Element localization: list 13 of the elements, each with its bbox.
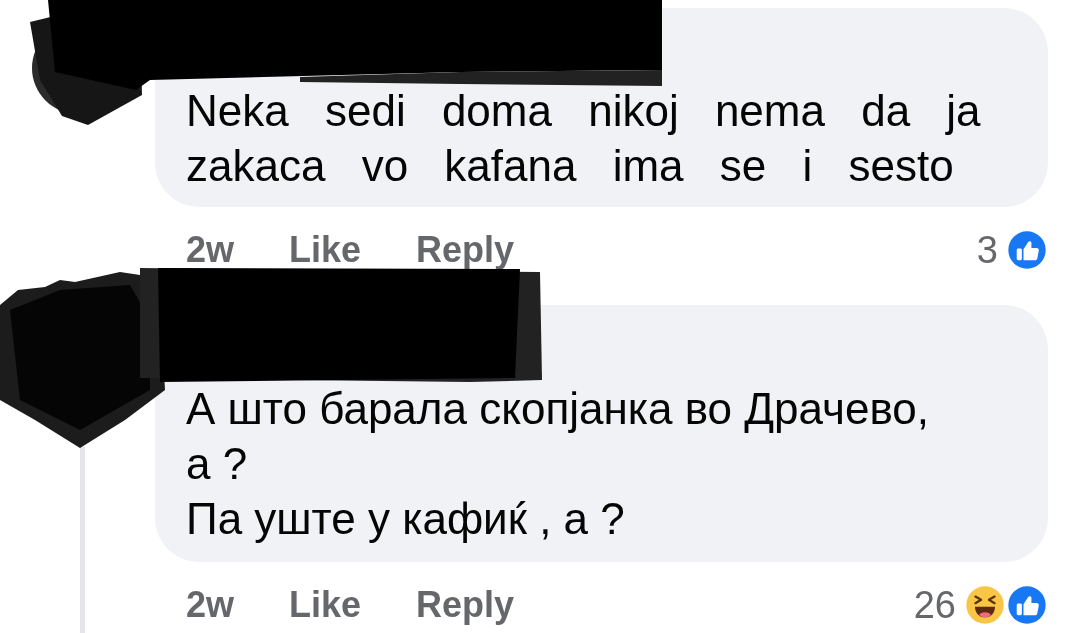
timestamp: 2w <box>186 232 235 268</box>
reply-button[interactable]: Reply <box>416 587 515 623</box>
thumbs-up-icon <box>1006 229 1048 271</box>
reaction-count: 3 <box>976 228 998 272</box>
laughing-face-icon <box>964 584 1006 626</box>
like-button[interactable]: Like <box>289 587 362 623</box>
timestamp: 2w <box>186 587 235 623</box>
comment-text: Neka sedi doma nikoj nema da ja zakaca vo kafana ima se i sesto <box>186 85 982 192</box>
thumbs-up-icon <box>1006 584 1048 626</box>
like-button[interactable]: Like <box>289 232 362 268</box>
reply-button[interactable]: Reply <box>416 232 515 268</box>
reaction-count: 26 <box>913 583 956 627</box>
comment-text: А што барала скопјанка во Драчево, а ? Па уште у кафиќ , а ? <box>186 383 930 545</box>
